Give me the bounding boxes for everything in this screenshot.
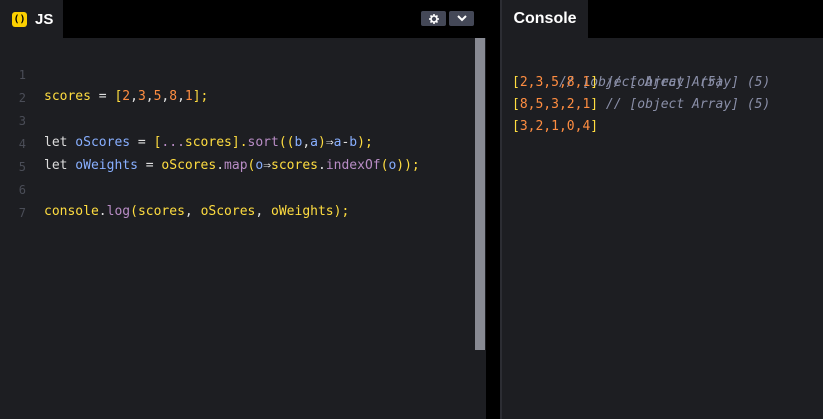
token: map [224,158,248,173]
token: let [44,135,68,150]
token: a [310,135,318,150]
console-output: // [object Array] (5) [2,3,5,8,1] // [ob… [512,50,823,138]
settings-button[interactable] [421,11,446,26]
token: ]. [231,135,248,150]
js-panel-header: () JS [0,0,486,38]
token: 8 [169,89,178,104]
token: scores [44,89,91,104]
token: ... [161,135,185,150]
token: 2 [122,89,131,104]
token: . [317,158,326,173]
code-line: 7 [0,180,47,220]
code-text: scores = [2,3,5,8,1]; [44,86,208,108]
code-text: console.log(scores, oScores, oWeights); [44,201,349,223]
console-comment: // [object Array] (5) [598,75,771,90]
token: = [90,89,115,104]
code-line: 2 [0,65,47,105]
bracket: ] [590,119,599,134]
console-line: [2,3,5,8,1] // [object Array] (5) [512,72,823,94]
console-line: // [object Array] (5) [512,50,823,90]
token: oScores [200,204,256,219]
array-values: 2,3,5,8,1 [519,75,591,90]
bracket: [ [512,75,520,90]
console-line: [8,5,3,2,1] // [object Array] (5) [512,94,823,116]
token: oScores [161,158,217,173]
token: ); [333,204,350,219]
token: (( [278,135,295,150]
token: b [349,135,358,150]
line-number: 7 [18,206,26,220]
token: oWeights [67,158,138,173]
gear-icon [428,13,439,24]
console-comment: // [object Array] (5) [598,97,771,112]
token: scores [184,135,232,150]
code-text: let oWeights = oScores.map(o⇒scores.inde… [44,155,420,177]
token: , [177,89,185,104]
console-header: Console [502,0,823,38]
code-text: let oScores = [...scores].sort((b,a)⇒a-b… [44,132,373,154]
token: ); [357,135,373,150]
token: = [130,135,154,150]
token: log [106,204,131,219]
js-editor-panel: () JS 1 scores = [2,3,5,8,1]; 2 3 let oS… [0,0,486,419]
collapse-button[interactable] [449,11,474,26]
js-tab-title: JS [35,10,54,28]
array-values: 8,5,3,2,1 [519,97,591,112]
code-line: 5 [0,134,47,174]
token: 3 [137,89,146,104]
token: scores [137,204,185,219]
code-editor[interactable]: 1 scores = [2,3,5,8,1]; 2 3 let oScores … [0,38,474,419]
console-tab[interactable]: Console [502,0,588,38]
token: ( [130,204,138,219]
token: , [130,89,138,104]
token: . [216,158,225,173]
token: oScores [67,135,131,150]
bracket: [ [512,119,520,134]
token: = [137,158,162,173]
token: 1 [184,89,193,104]
token: ⇒ [263,158,272,173]
token: , [184,204,201,219]
chevron-down-icon [456,15,467,22]
code-line: 6 console.log(scores, oScores, oWeights)… [0,157,350,219]
token: console [44,204,99,219]
token: o [255,158,264,173]
array-values: 3,2,1,0,4 [519,119,591,134]
token: scores [271,158,318,173]
token: ) [317,135,326,150]
token: . [98,204,107,219]
token: let [44,158,68,173]
token: sort [247,135,279,150]
console-line: [3,2,1,0,4] [512,116,823,138]
code-line: 4 let oWeights = oScores.map(o⇒scores.in… [0,111,420,173]
token: )); [396,158,420,173]
editor-scrollbar[interactable] [475,38,485,350]
code-line: 1 scores = [2,3,5,8,1]; [0,42,209,104]
token: oWeights [271,204,334,219]
bracket: ] [590,75,599,90]
js-badge-icon: () [12,11,27,27]
bracket: [ [512,97,520,112]
js-tab[interactable]: () JS [0,0,63,38]
token: ]; [192,89,209,104]
token: indexOf [325,158,381,173]
token: , [302,135,311,150]
code-line: 3 let oScores = [...scores].sort((b,a)⇒a… [0,88,373,150]
editor-scrollbar-track [475,350,485,419]
console-panel: Console // [object Array] (5) [2,3,5,8,1… [502,0,823,419]
token: ⇒ [325,135,334,150]
bracket: ] [590,97,599,112]
token: , [145,89,154,104]
token: , [255,204,272,219]
